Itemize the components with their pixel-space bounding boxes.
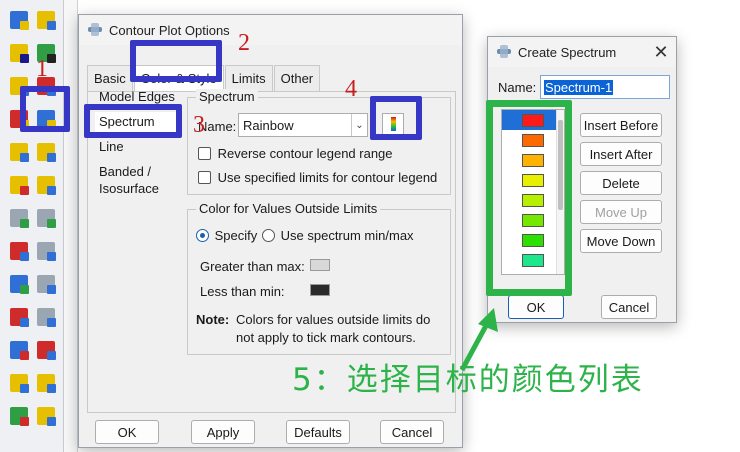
- annotation-box-4: [370, 96, 422, 140]
- spectrum-name-field-value: Spectrum-1: [544, 79, 614, 95]
- specified-limits-checkbox[interactable]: [198, 171, 211, 185]
- use-spectrum-label: Use spectrum min/max: [280, 228, 414, 244]
- reverse-legend-label: Reverse contour legend range: [217, 146, 393, 162]
- greater-than-max-label: Greater than max:: [200, 259, 305, 274]
- close-icon[interactable]: ✕: [646, 37, 676, 67]
- annotation-number-1: 1: [36, 56, 48, 82]
- abaqus-app-icon: [87, 22, 103, 38]
- tool-row12-a-icon[interactable]: [7, 371, 31, 395]
- spectrum-name-select[interactable]: Rainbow ⌄: [238, 113, 368, 137]
- tool-row8-a-icon[interactable]: [7, 239, 31, 263]
- annotation-box-1: [20, 86, 70, 132]
- tool-row9-a-icon[interactable]: [7, 272, 31, 296]
- specified-limits-label: Use specified limits for contour legend: [217, 170, 438, 186]
- tool-row2-a-icon[interactable]: [7, 41, 31, 65]
- specified-limits-option[interactable]: Use specified limits for contour legend: [198, 169, 437, 185]
- category-list: Model Edges Spectrum Line Banded / Isosu…: [91, 85, 183, 205]
- tab-limits[interactable]: Limits: [224, 65, 273, 91]
- contour-dialog-title: Contour Plot Options: [109, 22, 230, 38]
- tool-row8-b-icon[interactable]: [34, 239, 58, 263]
- annotation-number-2: 2: [238, 30, 250, 56]
- spectrum-cancel-button[interactable]: Cancel: [601, 295, 657, 319]
- outside-limits-group-label: Color for Values Outside Limits: [196, 201, 381, 216]
- tool-row7-a-icon[interactable]: [7, 206, 31, 230]
- tool-row11-b-icon[interactable]: [34, 338, 58, 362]
- tool-row11-a-icon[interactable]: [7, 338, 31, 362]
- category-banded-label: Banded / Isosurface: [99, 164, 159, 196]
- annotation-box-2: [130, 40, 222, 82]
- annotation-caption: 5：选择目标的颜色列表: [292, 362, 644, 398]
- tool-row12-b-icon[interactable]: [34, 371, 58, 395]
- category-line[interactable]: Line: [99, 139, 124, 154]
- move-down-button[interactable]: Move Down: [580, 229, 662, 253]
- use-spectrum-radio[interactable]: [262, 229, 275, 243]
- spectrum-name-field[interactable]: Spectrum-1: [540, 75, 670, 99]
- tool-row6-a-icon[interactable]: [7, 173, 31, 197]
- spectrum-name-value: Rainbow: [243, 117, 294, 133]
- note-label: Note:: [196, 312, 230, 327]
- delete-button[interactable]: Delete: [580, 171, 662, 195]
- tab-other[interactable]: Other: [273, 65, 321, 91]
- ok-button[interactable]: OK: [95, 420, 159, 444]
- spectrum-ok-button[interactable]: OK: [508, 295, 564, 319]
- specify-radio[interactable]: [196, 229, 209, 243]
- tool-row5-a-icon[interactable]: [7, 140, 31, 164]
- tool-row1-b-icon[interactable]: [34, 8, 58, 32]
- annotation-box-5: [486, 100, 572, 296]
- move-up-button[interactable]: Move Up: [580, 200, 662, 224]
- tool-row5-b-icon[interactable]: [34, 140, 58, 164]
- reverse-legend-checkbox[interactable]: [198, 147, 211, 161]
- annotation-number-3: 3: [193, 112, 205, 138]
- reverse-legend-option[interactable]: Reverse contour legend range: [198, 145, 393, 161]
- tool-row13-a-icon[interactable]: [7, 404, 31, 428]
- apply-button[interactable]: Apply: [191, 420, 255, 444]
- tool-row10-b-icon[interactable]: [34, 305, 58, 329]
- toolbox-separator: [64, 0, 78, 452]
- outside-limits-group: Color for Values Outside Limits Specify …: [187, 201, 451, 355]
- annotation-number-4: 4: [345, 76, 357, 102]
- tool-row9-b-icon[interactable]: [34, 272, 58, 296]
- specify-label: Specify: [214, 228, 258, 244]
- spectrum-group-label: Spectrum: [196, 89, 258, 104]
- greater-than-max-swatch[interactable]: [310, 259, 330, 271]
- less-than-min-swatch[interactable]: [310, 284, 330, 296]
- insert-after-button[interactable]: Insert After: [580, 142, 662, 166]
- insert-before-button[interactable]: Insert Before: [580, 113, 662, 137]
- category-model-edges[interactable]: Model Edges: [99, 89, 175, 104]
- abaqus-app-icon: [496, 44, 512, 60]
- note-text-line-1: Colors for values outside limits do: [236, 312, 431, 327]
- tool-row7-b-icon[interactable]: [34, 206, 58, 230]
- spectrum-name-field-label: Name:: [498, 80, 537, 95]
- spectrum-dialog-title: Create Spectrum: [518, 44, 617, 60]
- spectrum-dialog-titlebar: Create Spectrum ✕: [488, 37, 676, 67]
- defaults-button[interactable]: Defaults: [286, 420, 350, 444]
- note-text-line-2: not apply to tick mark contours.: [236, 330, 416, 345]
- category-banded-isosurface[interactable]: Banded / Isosurface: [99, 163, 163, 197]
- annotation-box-3: [84, 104, 182, 138]
- use-spectrum-option[interactable]: Use spectrum min/max: [262, 227, 414, 243]
- tool-row13-b-icon[interactable]: [34, 404, 58, 428]
- chevron-down-icon: ⌄: [351, 114, 367, 136]
- cancel-button[interactable]: Cancel: [380, 420, 444, 444]
- tool-row6-b-icon[interactable]: [34, 173, 58, 197]
- specify-option[interactable]: Specify: [196, 227, 257, 243]
- less-than-min-label: Less than min:: [200, 284, 285, 299]
- tool-row1-a-icon[interactable]: [7, 8, 31, 32]
- tool-row10-a-icon[interactable]: [7, 305, 31, 329]
- toolbox: [0, 0, 64, 452]
